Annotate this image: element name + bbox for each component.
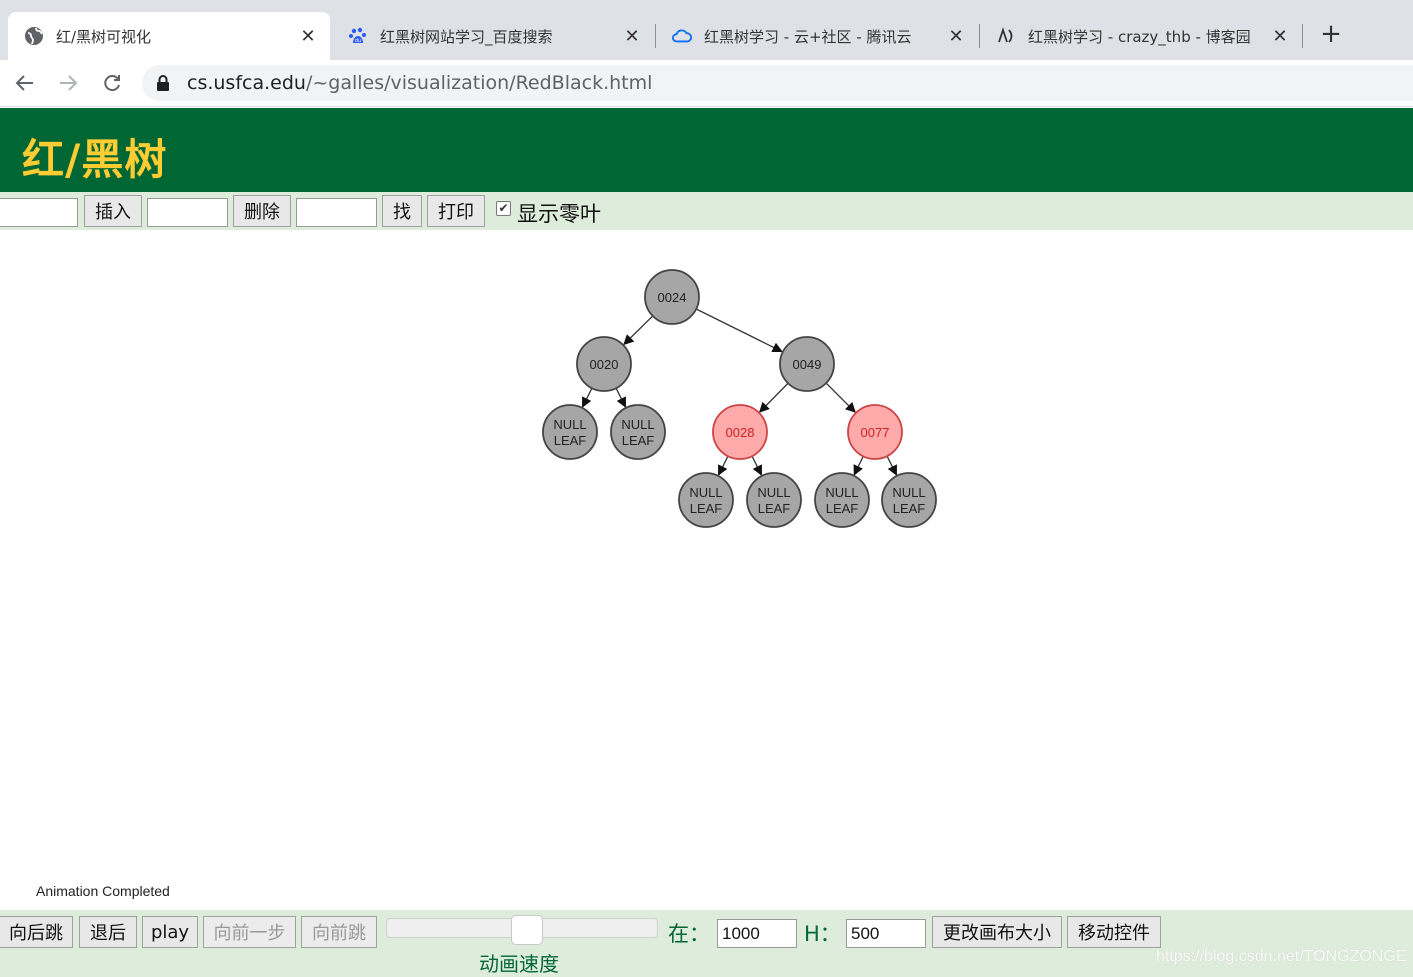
baidu-paw-icon: du [348,26,368,46]
close-tab-icon[interactable]: ✕ [298,26,318,47]
find-input[interactable] [296,198,377,227]
red-black-tree: 00240020 00490028 0077NULLLEAFNULLLEAFNULL… [542,269,937,528]
null-leaf-label: NULL [892,485,925,500]
move-controls-button[interactable]: 移动控件 [1067,916,1161,948]
null-leaf-node: NULLLEAF [881,472,937,528]
tab-cnblogs[interactable]: 红黑树学习 - crazy_thb - 博客园 ✕ [980,12,1302,60]
step-back-button[interactable]: 退后 [79,916,137,948]
close-tab-icon[interactable]: ✕ [946,26,966,47]
browser-toolbar: cs.usfca.edu/~galles/visualization/RedBl… [0,60,1413,107]
svg-text:du: du [355,38,361,44]
null-leaf-label: NULL [689,485,722,500]
page-header: 红/黑树 [0,108,1413,192]
find-button[interactable]: 找 [382,195,422,227]
tree-edge-null [751,455,763,476]
canvas-height-input[interactable]: 500 [846,919,926,948]
tab-tencent-cloud[interactable]: 红黑树学习 - 云+社区 - 腾讯云 ✕ [656,12,978,60]
new-tab-icon[interactable]: + [1318,21,1344,48]
cloud-icon [672,26,692,46]
null-leaf-node: NULLLEAF [610,404,666,460]
null-leaf-label: LEAF [554,433,587,448]
show-null-leaves-checkbox[interactable]: ✔ [496,201,511,216]
delete-button[interactable]: 删除 [233,195,291,227]
node-key: 0049 [793,357,822,372]
cnblogs-icon [996,26,1016,46]
null-leaf-label: LEAF [622,433,655,448]
null-leaf-node: NULLLEAF [542,404,598,460]
lock-icon[interactable] [156,75,170,91]
insert-input[interactable] [0,198,78,227]
null-leaf-node: NULLLEAF [678,472,734,528]
tree-node-black: 0020 [576,336,632,392]
null-leaf-label: LEAF [893,501,926,516]
show-null-leaves-label: 显示零叶 [517,202,601,226]
tree-edge-null [581,387,593,408]
tree-edge-null [717,455,729,476]
page-title: 红/黑树 [22,135,168,184]
null-leaf-node: NULLLEAF [746,472,802,528]
forward-arrow-icon[interactable] [54,69,82,97]
tab-title: 红/黑树可视化 [56,27,152,46]
tab-strip: 红/黑树可视化 ✕ du 红黑树网站学习_百度搜索 ✕ 红黑树学习 - 云+社区… [0,0,1413,60]
tab-title: 红黑树网站学习_百度搜索 [380,27,553,46]
slider-thumb[interactable] [510,915,543,945]
null-leaf-label: LEAF [690,501,723,516]
tree-edge [758,382,789,413]
tree-node-red: 0077 [847,404,903,460]
null-leaf-label: NULL [553,417,586,432]
tree-node-black: 0024 [644,269,700,325]
url-host: cs.usfca.edu [187,72,306,94]
reload-icon[interactable] [98,69,126,97]
tab-title: 红黑树学习 - crazy_thb - 博客园 [1028,27,1251,46]
null-leaf-label: LEAF [826,501,859,516]
animation-controls: 向后跳 退后 play 向前一步 向前跳 动画速度 在： 1000 H： 500… [0,910,1413,977]
insert-button[interactable]: 插入 [84,195,142,227]
null-leaf-node: NULLLEAF [814,472,870,528]
speed-label: 动画速度 [479,952,559,976]
skip-forward-button[interactable]: 向前跳 [301,916,377,948]
delete-input[interactable] [147,198,228,227]
node-key: 0028 [726,425,755,440]
tree-edge-null [853,456,864,476]
animation-speed-slider[interactable] [386,915,658,945]
null-leaf-label: LEAF [758,501,791,516]
play-button[interactable]: play [142,916,198,948]
tree-node-red: 0028 [712,404,768,460]
visualization-canvas: 0024 0020 0049 0028 0077 NULL LEAF NULL LEAF NULL… [0,230,1413,910]
algorithm-controls: 插入 删除 找 打印 ✔ 显示零叶 [0,192,1413,230]
globe-icon [24,26,44,46]
skip-back-button[interactable]: 向后跳 [0,916,73,948]
tab-separator [1302,24,1303,48]
tab-title: 红黑树学习 - 云+社区 - 腾讯云 [704,27,912,46]
null-leaf-label: NULL [825,485,858,500]
animation-status: Animation Completed [36,883,170,899]
step-forward-button[interactable]: 向前一步 [203,916,296,948]
close-tab-icon[interactable]: ✕ [622,26,642,47]
resize-canvas-button[interactable]: 更改画布大小 [932,916,1062,948]
tree-edge [825,382,856,413]
tree-edge [623,315,654,346]
tree-edge-null [886,455,898,476]
node-key: 0077 [861,425,890,440]
url-path: /~galles/visualization/RedBlack.html [305,72,653,94]
node-key: 0020 [590,357,619,372]
address-bar[interactable]: cs.usfca.edu/~galles/visualization/RedBl… [142,65,1413,101]
tab-baidu-search[interactable]: du 红黑树网站学习_百度搜索 ✕ [332,12,654,60]
node-key: 0024 [658,290,687,305]
canvas-height-label: H： [804,922,841,946]
print-button[interactable]: 打印 [427,195,485,227]
tree-edge [695,308,783,353]
tree-node-black: 0049 [779,336,835,392]
canvas-width-input[interactable]: 1000 [717,919,797,948]
watermark: https://blog.csdn.net/TONGZONGE [1156,948,1407,965]
null-leaf-label: NULL [621,417,654,432]
close-tab-icon[interactable]: ✕ [1270,26,1290,47]
back-arrow-icon[interactable] [11,69,39,97]
null-leaf-label: NULL [757,485,790,500]
canvas-width-label: 在： [668,922,710,946]
tree-edge-null [615,387,627,408]
tab-redblack-visualization[interactable]: 红/黑树可视化 ✕ [8,12,330,60]
